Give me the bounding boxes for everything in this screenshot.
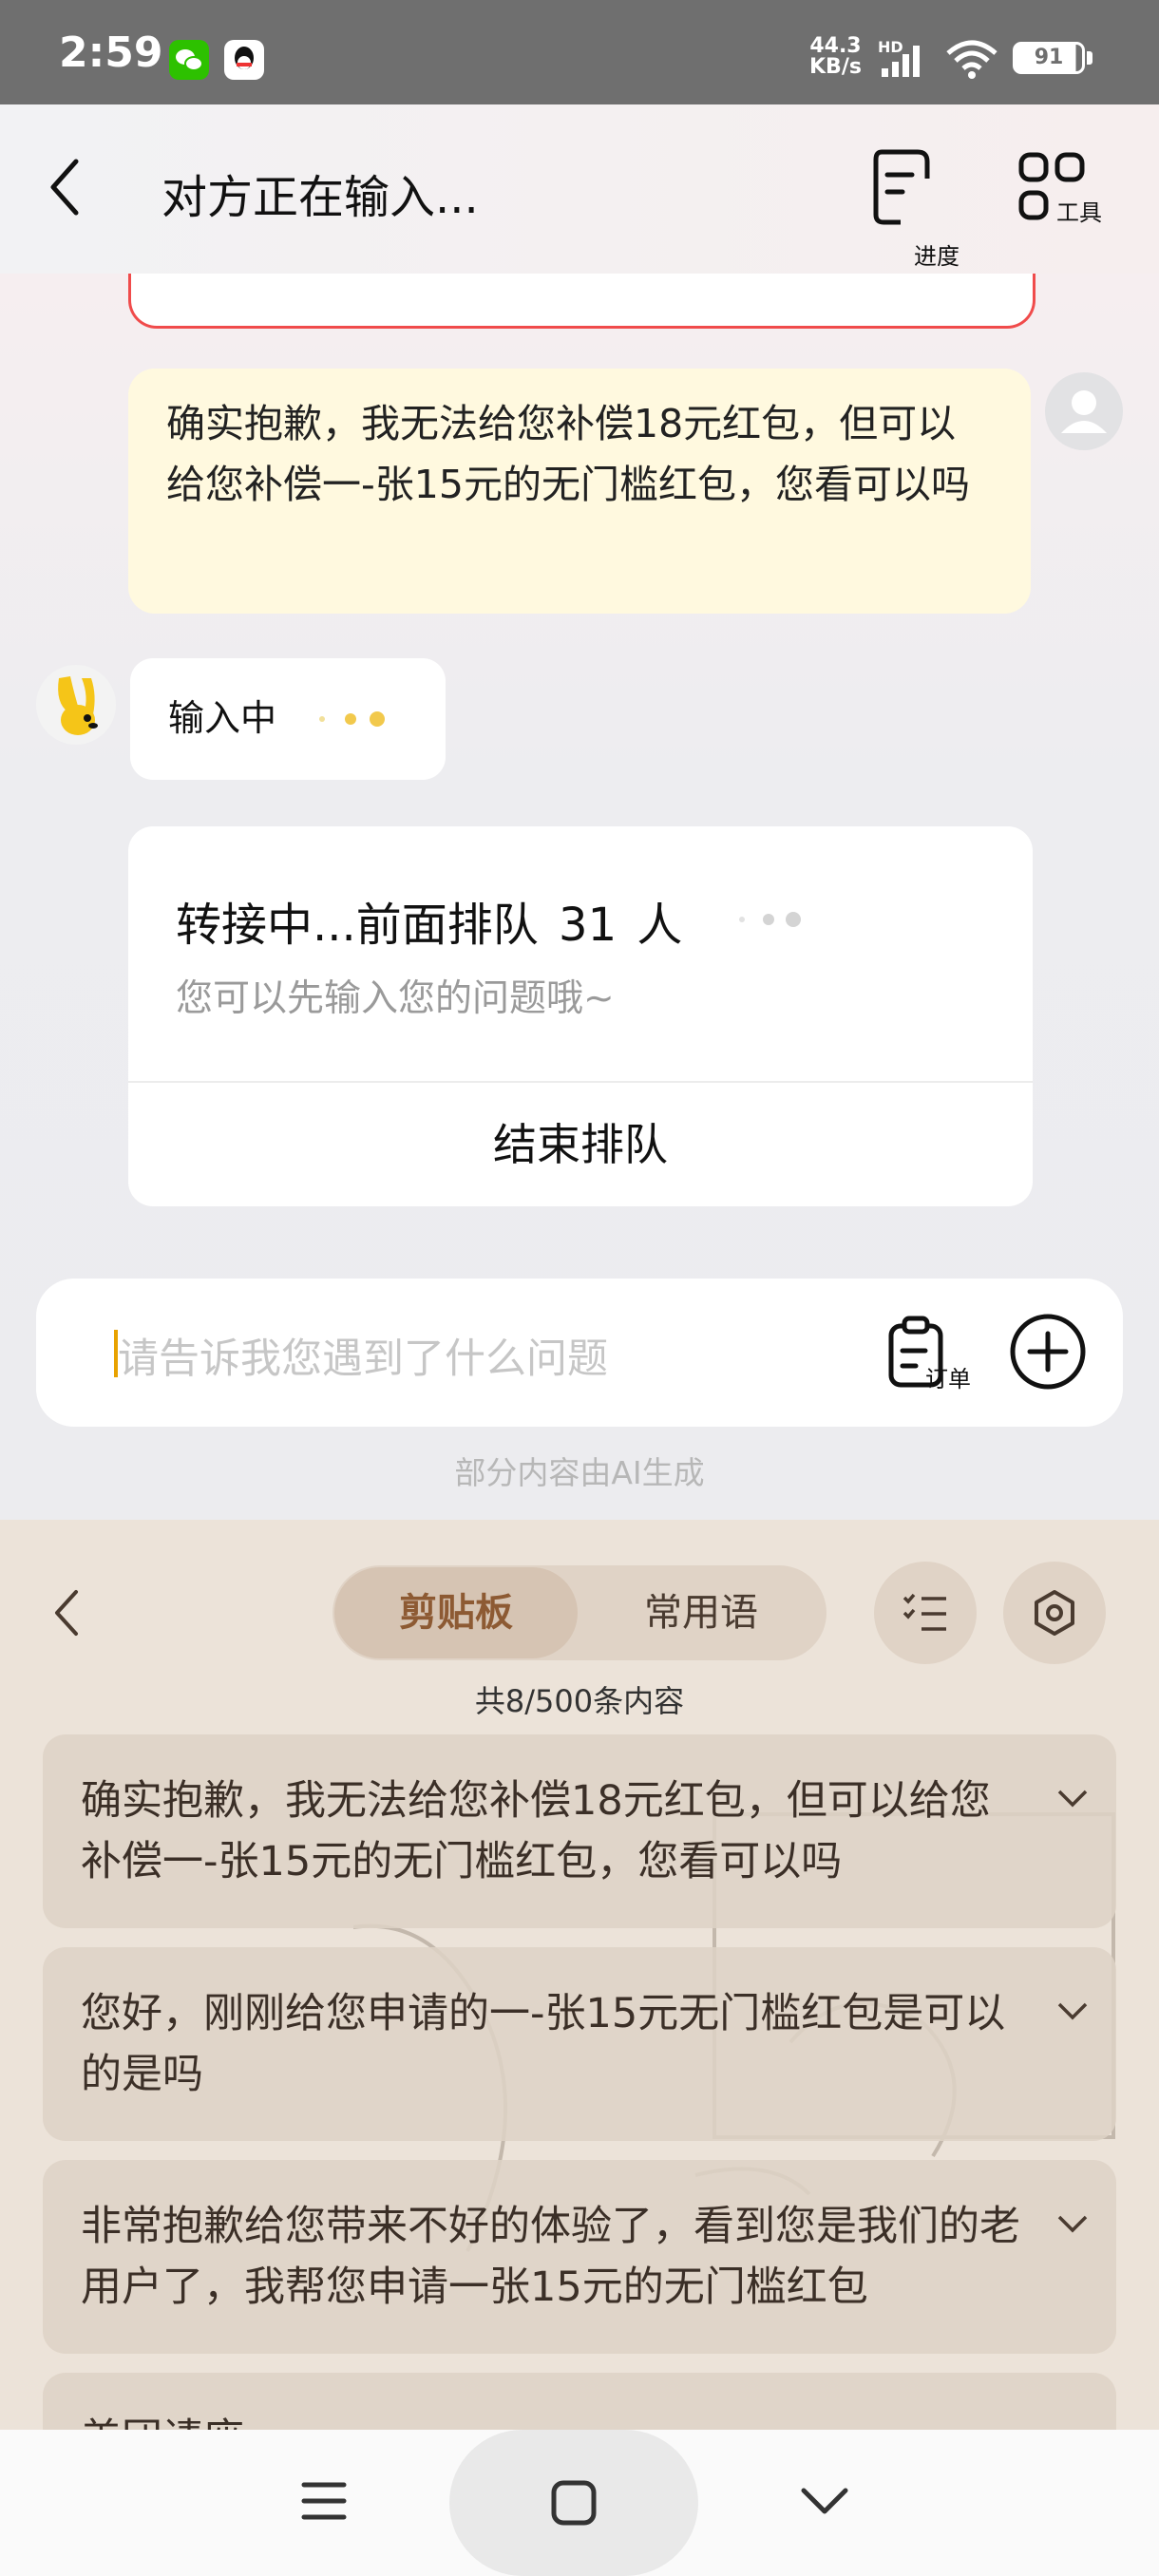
end-queue-button[interactable]: 结束排队 <box>128 1083 1033 1206</box>
clipboard-item-text: 美团请座 <box>81 2409 1021 2430</box>
typing-dots-icon <box>319 711 385 727</box>
clipboard-item-text: 非常抱歉给您带来不好的体验了，看到您是我们的老用户了，我帮您申请一张15元的无门… <box>81 2203 1020 2311</box>
loading-dots-icon <box>739 912 801 927</box>
bot-avatar-icon[interactable] <box>36 665 116 745</box>
ai-disclaimer: 部分内容由AI生成 <box>454 1454 705 1491</box>
home-button[interactable] <box>449 2430 698 2576</box>
order-button[interactable]: 订单 <box>887 1315 1001 1400</box>
chat-title: 对方正在输入... <box>162 171 479 224</box>
agent-message-bubble: 确实抱歉，我无法给您补偿18元红包，但可以给您补偿一-张15元的无门槛红包，您看… <box>128 369 1031 614</box>
status-bar: 2:59 44.3 KB/s HD 91 <box>0 0 1159 104</box>
wifi-icon <box>946 40 998 79</box>
keyboard-clipboard-panel: 剪贴板 常用语 共8/500条内容 确实抱歉，我无法给您补偿18元红包，但可以给… <box>0 1520 1159 2430</box>
wechat-icon <box>169 40 209 80</box>
battery-indicator: 91 <box>1013 42 1085 74</box>
queue-status: 转接中...前面排队 31 人 <box>176 887 682 954</box>
hexagon-settings-icon <box>1035 1590 1074 1636</box>
previous-message-card <box>128 274 1036 329</box>
tab-common-phrases[interactable]: 常用语 <box>578 1567 825 1658</box>
network-speed: 44.3 KB/s <box>809 36 862 78</box>
home-square-icon <box>551 2480 597 2526</box>
tools-button[interactable]: 工具 <box>1018 152 1113 237</box>
network-speed-unit: KB/s <box>809 55 862 79</box>
order-label: 订单 <box>925 1366 971 1392</box>
hide-keyboard-chevron-icon[interactable] <box>798 2483 851 2521</box>
clipboard-item-text: 您好，刚刚给您申请的一-张15元无门槛红包是可以的是吗 <box>81 1990 1006 2098</box>
battery-tip <box>1087 51 1092 65</box>
system-nav-bar <box>0 2430 1159 2576</box>
queue-title-text: 转接中...前面排队 <box>176 899 539 952</box>
chat-header: 对方正在输入... 进度 工具 <box>0 104 1159 274</box>
tools-label: 工具 <box>1056 199 1102 226</box>
progress-icon <box>873 149 930 225</box>
manage-list-button[interactable] <box>874 1562 977 1664</box>
agent-message-text: 确实抱歉，我无法给您补偿18元红包，但可以给您补偿一-张15元的无门槛红包，您看… <box>166 401 970 507</box>
clipboard-item[interactable]: 美团请座 <box>43 2373 1116 2430</box>
clipboard-item[interactable]: 您好，刚刚给您申请的一-张15元无门槛红包是可以的是吗 <box>43 1947 1116 2141</box>
qq-icon <box>224 40 264 80</box>
clipboard-item[interactable]: 非常抱歉给您带来不好的体验了，看到您是我们的老用户了，我帮您申请一张15元的无门… <box>43 2160 1116 2354</box>
settings-button[interactable] <box>1003 1562 1106 1664</box>
clipboard-item[interactable]: 确实抱歉，我无法给您补偿18元红包，但可以给您补偿一-张15元的无门槛红包，您看… <box>43 1734 1116 1928</box>
add-plus-icon[interactable] <box>1009 1313 1087 1391</box>
typing-bubble: 输入中 <box>130 658 446 780</box>
clipboard-count: 共8/500条内容 <box>474 1683 685 1719</box>
tab-clipboard[interactable]: 剪贴板 <box>334 1567 578 1658</box>
progress-button[interactable]: 进度 <box>872 146 967 270</box>
queue-card: 转接中...前面排队 31 人 您可以先输入您的问题哦~ 结束排队 <box>128 826 1033 1206</box>
queue-unit: 人 <box>636 899 683 952</box>
queue-subtitle: 您可以先输入您的问题哦~ <box>176 977 615 1020</box>
message-input-bar: 请告诉我您遇到了什么问题 订单 <box>36 1279 1123 1427</box>
panel-back-icon[interactable] <box>48 1586 86 1639</box>
user-avatar-icon[interactable] <box>1045 372 1123 450</box>
signal-icon <box>882 46 920 77</box>
chevron-down-icon[interactable] <box>1055 2213 1090 2236</box>
checklist-icon <box>902 1593 946 1631</box>
clipboard-item-text: 确实抱歉，我无法给您补偿18元红包，但可以给您补偿一-张15元的无门槛红包，您看… <box>81 1777 991 1885</box>
chat-area: 确实抱歉，我无法给您补偿18元红包，但可以给您补偿一-张15元的无门槛红包，您看… <box>0 274 1159 1520</box>
clipboard-tabs: 剪贴板 常用语 <box>332 1565 826 1660</box>
network-speed-value: 44.3 <box>809 34 862 58</box>
chevron-down-icon[interactable] <box>1055 1788 1090 1810</box>
status-time: 2:59 <box>59 28 163 77</box>
menu-icon[interactable] <box>300 2477 348 2525</box>
progress-label: 进度 <box>914 243 960 270</box>
queue-count: 31 <box>559 899 618 952</box>
typing-label: 输入中 <box>168 697 277 739</box>
message-input[interactable]: 请告诉我您遇到了什么问题 <box>118 1326 608 1385</box>
chevron-down-icon[interactable] <box>1055 2000 1090 2023</box>
back-arrow-icon[interactable] <box>42 154 89 220</box>
